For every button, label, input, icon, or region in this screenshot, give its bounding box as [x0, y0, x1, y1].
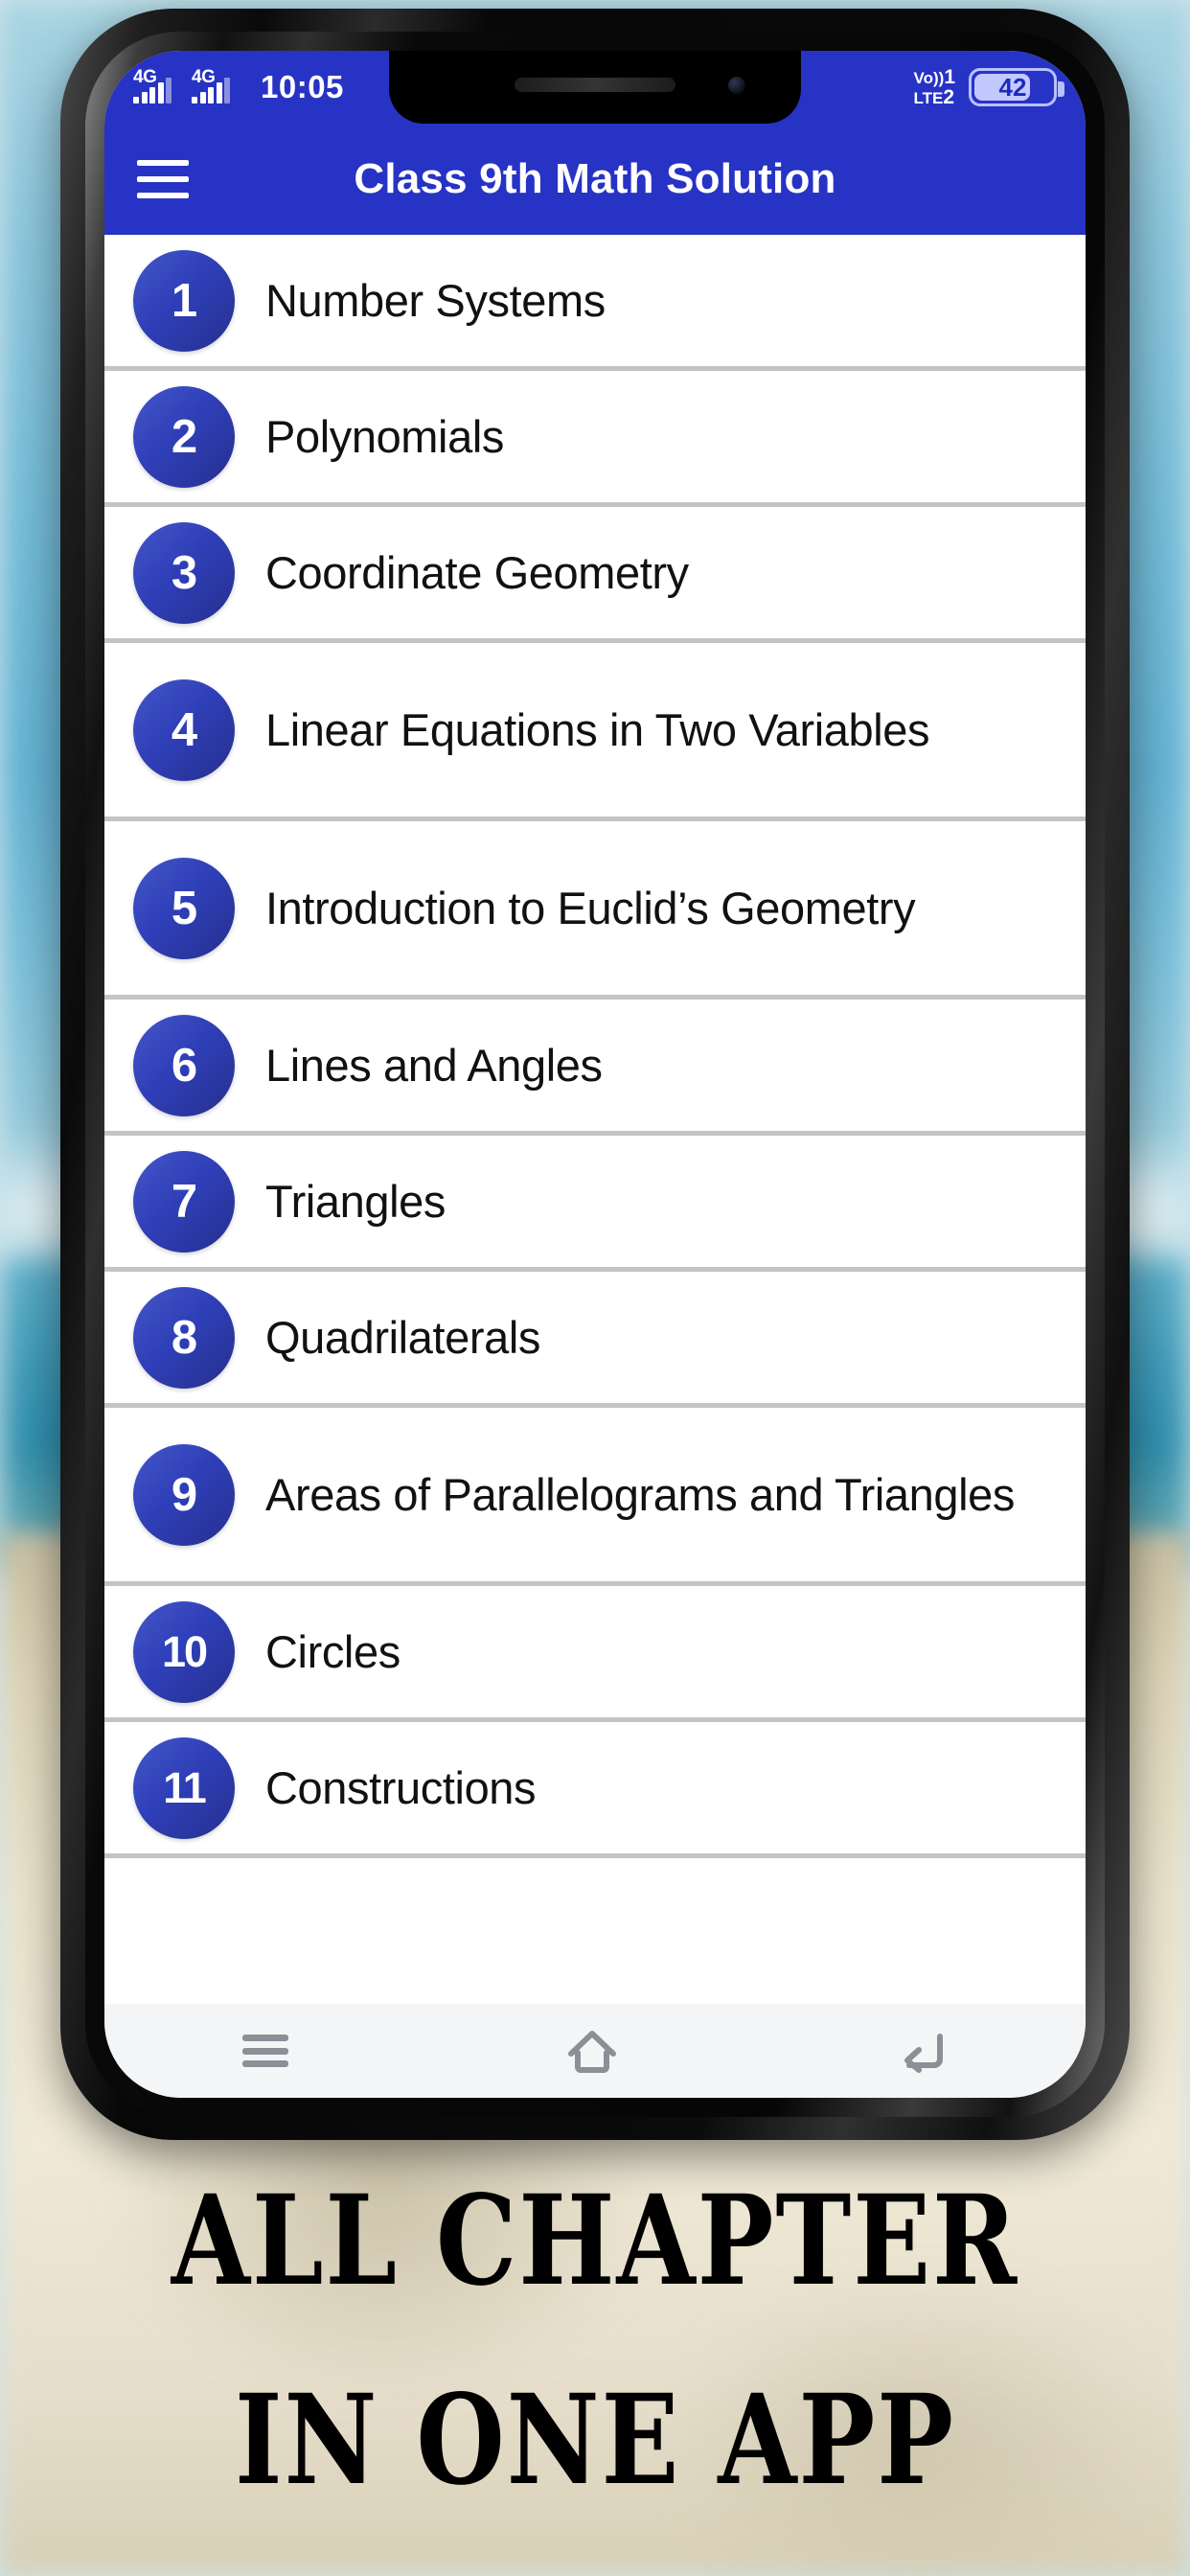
chapter-row[interactable]: 1 Number Systems	[104, 235, 1086, 371]
chapter-number-badge: 2	[133, 385, 235, 488]
promo-headline-2: IN ONE APP	[235, 2366, 955, 2513]
chapter-number-badge: 10	[133, 1600, 235, 1703]
chapter-number-badge: 6	[133, 1014, 235, 1116]
chapter-title: Lines and Angles	[265, 1039, 603, 1091]
chapter-row[interactable]: 3 Coordinate Geometry	[104, 507, 1086, 643]
status-bar-right: Vo))1 LTE2 42	[913, 65, 1064, 108]
chapter-title: Circles	[265, 1625, 400, 1677]
page-title: Class 9th Math Solution	[354, 155, 836, 202]
chapter-title: Number Systems	[265, 274, 606, 326]
back-icon[interactable]	[896, 2027, 948, 2075]
phone-mockup: 4G 4G 10:05 Vo))1 LTE2 42 Class 9th Math…	[60, 9, 1130, 2140]
chapter-row[interactable]: 6 Lines and Angles	[104, 1000, 1086, 1136]
chapter-number-badge: 9	[133, 1443, 235, 1546]
volte-line2: LTE	[913, 89, 944, 107]
phone-notch	[389, 51, 801, 124]
chapter-list[interactable]: 1 Number Systems 2 Polynomials 3 Coordinate G…	[104, 235, 1086, 2004]
chapter-number-badge: 11	[133, 1736, 235, 1839]
signal-bars-sim1	[133, 78, 172, 104]
promo-text-block: ALL CHAPTER IN ONE APP	[0, 2167, 1190, 2502]
signal-bars-icon-sim2: 4G	[192, 68, 241, 104]
volte-line1: Vo))	[913, 68, 945, 87]
chapter-title: Polynomials	[265, 410, 504, 462]
promo-headline-1: ALL CHAPTER	[171, 2167, 1019, 2313]
hamburger-menu-icon[interactable]	[137, 160, 189, 198]
chapter-number-badge: 5	[133, 857, 235, 959]
signal-bars-sim2	[192, 78, 230, 104]
status-bar-clock: 10:05	[261, 69, 344, 104]
speaker-grille-icon	[515, 78, 675, 92]
chapter-title: Linear Equations in Two Variables	[265, 703, 930, 755]
chapter-row[interactable]: 7 Triangles	[104, 1136, 1086, 1272]
recents-icon[interactable]	[242, 2035, 288, 2067]
chapter-row[interactable]: 9 Areas of Parallelograms and Triangles	[104, 1408, 1086, 1586]
app-bar: Class 9th Math Solution	[104, 124, 1086, 235]
chapter-title: Constructions	[265, 1761, 537, 1813]
chapter-title: Triangles	[265, 1175, 446, 1227]
signal-indicators: 4G 4G	[133, 68, 241, 104]
chapter-row[interactable]: 2 Polynomials	[104, 371, 1086, 507]
volte-sim2: 2	[943, 86, 955, 108]
volte-sim1: 1	[944, 65, 955, 88]
signal-bars-icon-sim1: 4G	[133, 68, 183, 104]
phone-bezel: 4G 4G 10:05 Vo))1 LTE2 42 Class 9th Math…	[104, 51, 1086, 2098]
volte-icon: Vo))1 LTE2	[913, 65, 955, 108]
phone-screen: 4G 4G 10:05 Vo))1 LTE2 42 Class 9th Math…	[104, 51, 1086, 2098]
front-camera-icon	[728, 77, 745, 94]
chapter-title: Introduction to Euclid’s Geometry	[265, 882, 916, 933]
chapter-row[interactable]: 5 Introduction to Euclid’s Geometry	[104, 821, 1086, 1000]
chapter-title: Coordinate Geometry	[265, 546, 689, 598]
battery-percent: 42	[998, 72, 1027, 102]
chapter-number-badge: 1	[133, 249, 235, 352]
chapter-title: Areas of Parallelograms and Triangles	[265, 1468, 1015, 1520]
status-bar-left: 4G 4G 10:05	[133, 68, 344, 105]
chapter-number-badge: 4	[133, 678, 235, 781]
android-nav-bar	[104, 2004, 1086, 2098]
battery-icon: 42	[969, 68, 1064, 106]
chapter-number-badge: 3	[133, 521, 235, 624]
chapter-row[interactable]: 11 Constructions	[104, 1722, 1086, 1858]
chapter-row[interactable]: 10 Circles	[104, 1586, 1086, 1722]
chapter-number-badge: 8	[133, 1286, 235, 1389]
home-icon[interactable]	[564, 2027, 620, 2075]
chapter-row[interactable]: 8 Quadrilaterals	[104, 1272, 1086, 1408]
chapter-row[interactable]: 4 Linear Equations in Two Variables	[104, 643, 1086, 821]
chapter-title: Quadrilaterals	[265, 1311, 540, 1363]
chapter-number-badge: 7	[133, 1150, 235, 1253]
